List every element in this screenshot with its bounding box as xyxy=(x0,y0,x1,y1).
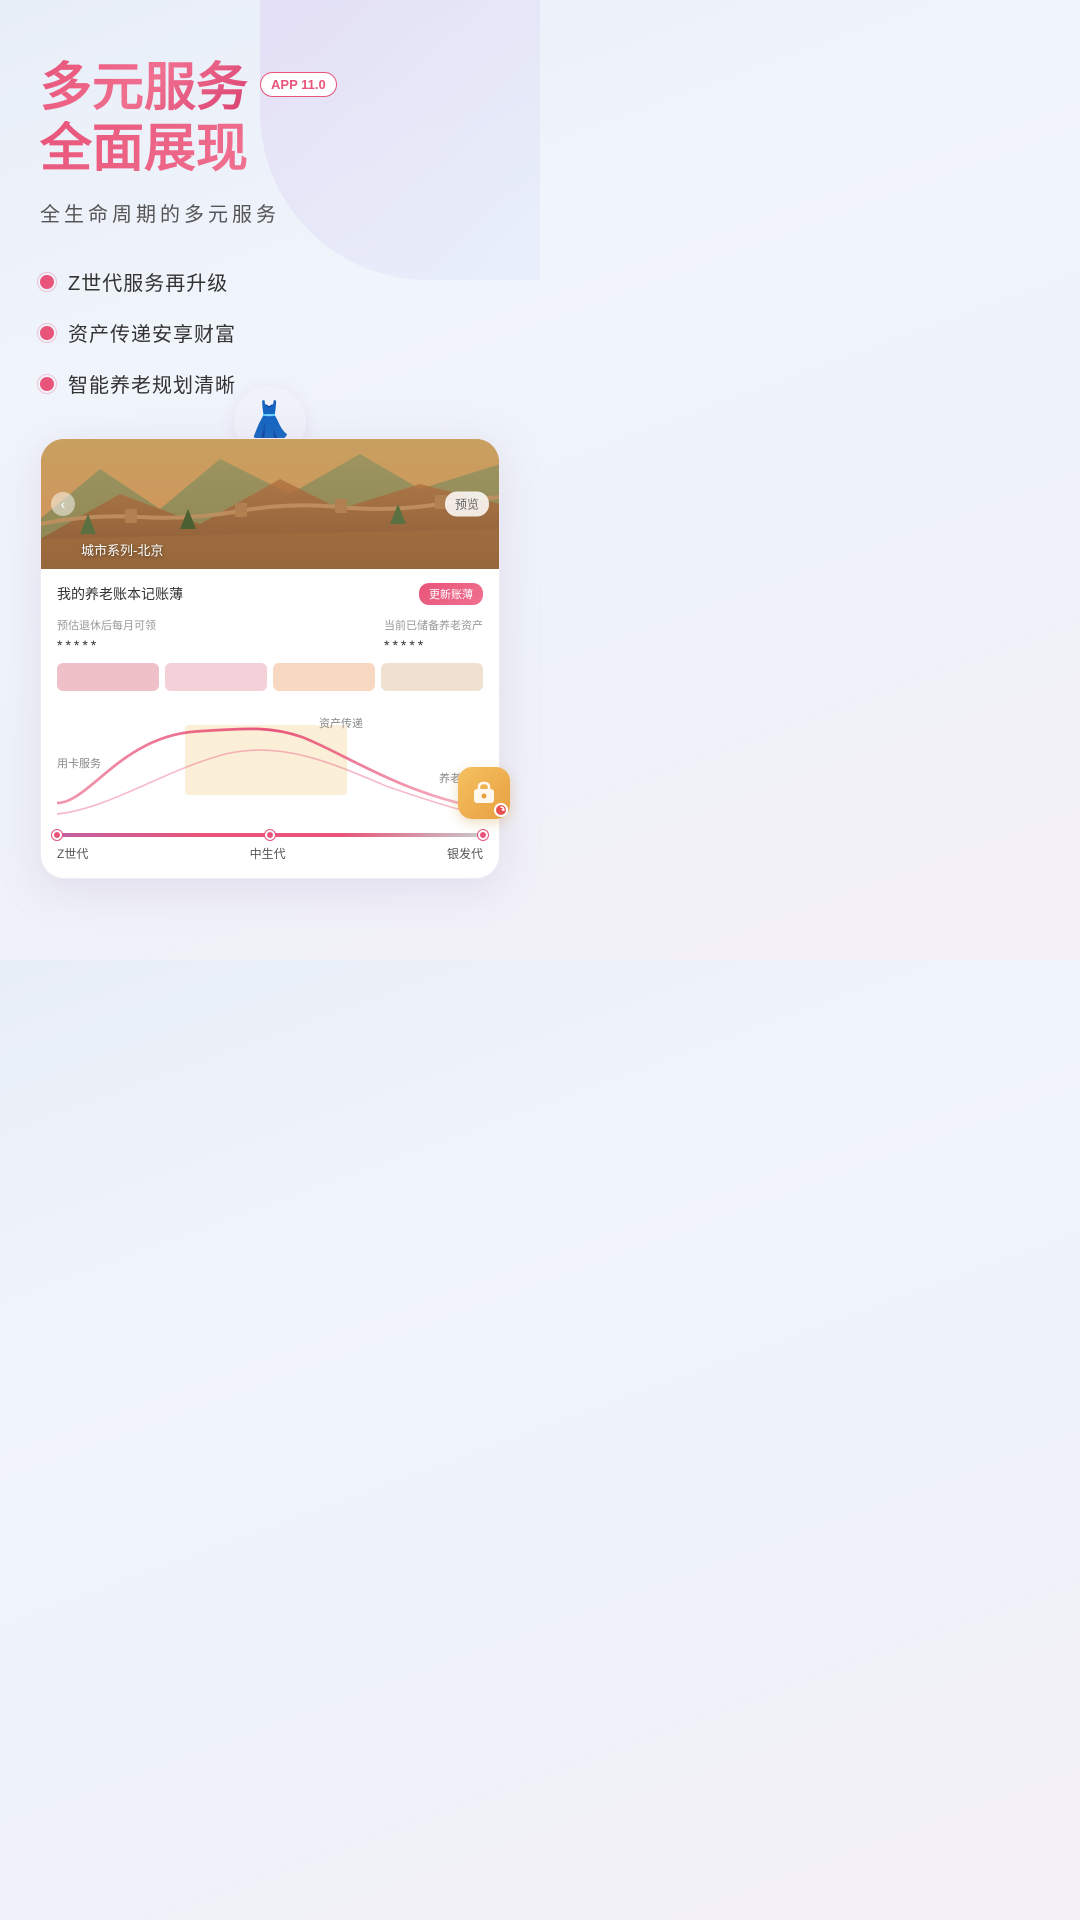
stat-monthly: 预估退休后每月可领 ***** xyxy=(57,617,156,653)
stat-bar-1 xyxy=(57,663,159,691)
feature-dot-2 xyxy=(40,326,54,340)
main-title-line2: 全面展现 xyxy=(40,121,500,178)
app-card: ‹ 预览 城市系列-北京 我的养老账本记账薄 更新账薄 预估退休后每月可领 **… xyxy=(40,438,500,879)
timeline-dot-z xyxy=(52,830,62,840)
stat-reserve-value: ***** xyxy=(384,637,483,653)
refresh-icon xyxy=(497,806,505,814)
stat-monthly-value: ***** xyxy=(57,637,156,653)
feature-text-3: 智能养老规划清晰 xyxy=(68,369,236,398)
main-title-line1: 多元服务 xyxy=(40,60,248,117)
timeline-labels: Z世代 中生代 银发代 xyxy=(57,845,483,862)
feature-dot-1 xyxy=(40,275,54,289)
feature-list: Z世代服务再升级 资产传递安享财富 智能养老规划清晰 xyxy=(40,267,500,398)
bag-icon-bubble xyxy=(458,767,510,819)
lifecycle-section: 用卡服务 资产传递 养老账本 xyxy=(41,699,499,878)
banner-preview-button[interactable]: 预览 xyxy=(445,492,489,517)
timeline-label-z: Z世代 xyxy=(57,845,88,862)
bag-notification-dot xyxy=(494,803,508,817)
stat-bar-3 xyxy=(273,663,375,691)
account-header: 我的养老账本记账薄 更新账薄 xyxy=(57,583,483,605)
bag-icon xyxy=(470,779,498,807)
title-row: 多元服务 APP 11.0 xyxy=(40,60,500,117)
feature-dot-3 xyxy=(40,377,54,391)
feature-item-2: 资产传递安享财富 xyxy=(40,318,500,347)
chevron-left-icon: ‹ xyxy=(61,496,66,512)
account-title: 我的养老账本记账薄 xyxy=(57,584,183,604)
timeline-dot-mid xyxy=(265,830,275,840)
feature-text-2: 资产传递安享财富 xyxy=(68,318,236,347)
subtitle: 全生命周期的多元服务 xyxy=(40,198,500,227)
timeline-label-mid: 中生代 xyxy=(250,845,286,862)
stat-reserve-label: 当前已储备养老资产 xyxy=(384,617,483,633)
banner-city-label: 城市系列-北京 xyxy=(81,540,163,559)
header-section: 多元服务 APP 11.0 全面展现 全生命周期的多元服务 xyxy=(40,60,500,227)
timeline-bar xyxy=(57,833,483,837)
lifecycle-chart: 用卡服务 资产传递 养老账本 xyxy=(57,715,483,825)
stat-bar-4 xyxy=(381,663,483,691)
feature-text-1: Z世代服务再升级 xyxy=(68,267,228,296)
stat-bar-2 xyxy=(165,663,267,691)
banner-image: ‹ 预览 城市系列-北京 xyxy=(41,439,499,569)
account-stats: 预估退休后每月可领 ***** 当前已储备养老资产 ***** xyxy=(57,617,483,653)
timeline-dot-silver xyxy=(478,830,488,840)
stat-bar-group xyxy=(57,663,483,691)
timeline-label-silver: 银发代 xyxy=(447,845,483,862)
account-section: 我的养老账本记账薄 更新账薄 预估退休后每月可领 ***** 当前已储备养老资产… xyxy=(41,569,499,699)
lifecycle-curve xyxy=(57,715,483,825)
app-mockup: 👗 xyxy=(40,438,500,879)
update-badge[interactable]: 更新账薄 xyxy=(419,583,483,605)
timeline-container: Z世代 中生代 银发代 xyxy=(57,833,483,862)
version-badge: APP 11.0 xyxy=(260,72,337,97)
stat-monthly-label: 预估退休后每月可领 xyxy=(57,617,156,633)
feature-item-1: Z世代服务再升级 xyxy=(40,267,500,296)
banner-prev-button[interactable]: ‹ xyxy=(51,492,75,516)
stat-reserve: 当前已储备养老资产 ***** xyxy=(384,617,483,653)
